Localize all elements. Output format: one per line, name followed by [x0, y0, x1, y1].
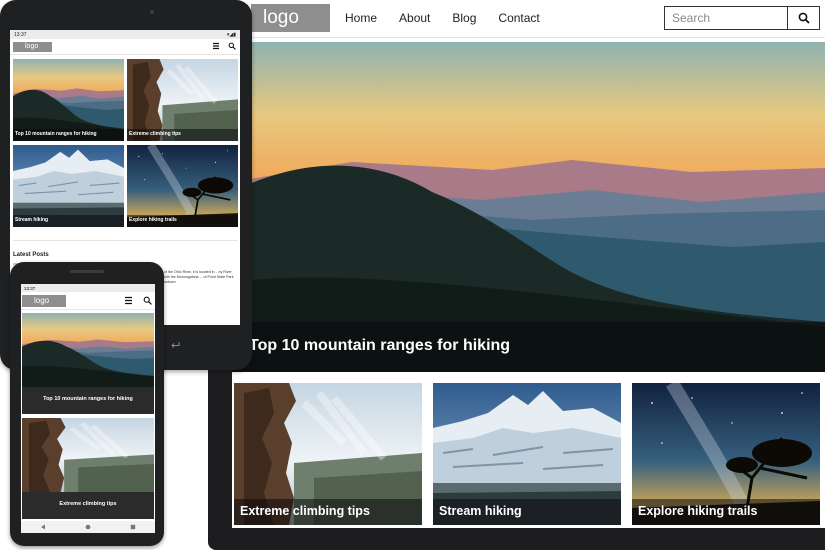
- search-box: [664, 6, 820, 30]
- featured-cards: Extreme climbing tips Stream hiking Expl…: [232, 383, 825, 525]
- divider: [13, 240, 238, 241]
- home-icon[interactable]: [85, 524, 91, 530]
- tablet-status-bar: 13:37 ▾◢▮: [10, 30, 240, 39]
- tile-trails[interactable]: Explore hiking trails: [127, 145, 238, 227]
- card-caption-bar: Extreme climbing tips: [234, 499, 422, 525]
- post-excerpt: ...ary of the Ohio River, it is located …: [155, 270, 234, 284]
- main-menu: Home About Blog Contact: [345, 11, 540, 25]
- desktop-navbar: logo Home About Blog Contact: [232, 0, 825, 38]
- phone-tile-climbing[interactable]: Extreme climbing tips: [22, 418, 154, 519]
- hamburger-menu-icon[interactable]: [212, 42, 220, 50]
- nav-link-blog[interactable]: Blog: [452, 11, 476, 25]
- site-logo[interactable]: logo: [13, 42, 52, 52]
- tile-image: [22, 313, 154, 387]
- search-icon: [798, 12, 810, 24]
- nav-link-home[interactable]: Home: [345, 11, 377, 25]
- card-trails[interactable]: Explore hiking trails: [632, 383, 820, 525]
- card-title: Stream hiking: [439, 504, 522, 518]
- recents-icon[interactable]: [130, 524, 136, 530]
- tile-title: Extreme climbing tips: [129, 131, 181, 137]
- nav-link-contact[interactable]: Contact: [498, 11, 539, 25]
- tile-caption-bar: Top 10 mountain ranges for hiking: [22, 387, 154, 414]
- tile-mountains[interactable]: Top 10 mountain ranges for hiking: [13, 59, 124, 141]
- tile-caption-bar: Extreme climbing tips: [22, 492, 154, 519]
- tablet-camera: [150, 10, 154, 14]
- phone-status-bar: 13:37: [21, 284, 155, 292]
- site-logo[interactable]: logo: [22, 295, 66, 307]
- card-caption-bar: Stream hiking: [433, 499, 621, 525]
- phone-soft-nav: [21, 521, 155, 533]
- tile-title: Top 10 mountain ranges for hiking: [43, 396, 133, 402]
- tile-title: Top 10 mountain ranges for hiking: [15, 131, 97, 137]
- card-caption-bar: Explore hiking trails: [632, 499, 820, 525]
- hamburger-menu-icon[interactable]: [124, 296, 133, 305]
- back-icon[interactable]: [40, 524, 46, 530]
- site-logo[interactable]: logo: [251, 4, 330, 32]
- tile-caption-bar: Extreme climbing tips: [127, 129, 238, 141]
- search-icon[interactable]: [143, 296, 152, 305]
- phone-screen: 13:37 logo Top 10 mountain ranges for hi…: [21, 284, 155, 533]
- search-input[interactable]: [665, 7, 787, 29]
- card-stream[interactable]: Stream hiking: [433, 383, 621, 525]
- search-button[interactable]: [787, 7, 819, 29]
- tile-title: Extreme climbing tips: [59, 501, 117, 507]
- tile-caption-bar: Stream hiking: [13, 215, 124, 227]
- tile-caption-bar: Explore hiking trails: [127, 215, 238, 227]
- nav-link-about[interactable]: About: [399, 11, 430, 25]
- tile-caption-bar: Top 10 mountain ranges for hiking: [13, 129, 124, 141]
- tile-title: Stream hiking: [15, 217, 49, 223]
- card-title: Explore hiking trails: [638, 504, 758, 518]
- status-time: 13:37: [24, 285, 36, 291]
- hero-caption: Top 10 mountain ranges for hiking: [249, 337, 511, 354]
- hero-banner[interactable]: Top 10 mountain ranges for hiking: [232, 42, 825, 372]
- phone-tile-mountains[interactable]: Top 10 mountain ranges for hiking: [22, 313, 154, 414]
- signal-battery-icon: ▾◢▮: [226, 31, 236, 38]
- tile-stream[interactable]: Stream hiking: [13, 145, 124, 227]
- back-icon[interactable]: [170, 341, 180, 348]
- hero-caption-bar: Top 10 mountain ranges for hiking: [232, 322, 825, 372]
- status-time: 13:37: [14, 31, 27, 38]
- card-climbing[interactable]: Extreme climbing tips: [234, 383, 422, 525]
- phone-speaker: [70, 270, 104, 273]
- search-icon[interactable]: [228, 42, 236, 50]
- tile-climbing[interactable]: Extreme climbing tips: [127, 59, 238, 141]
- phone-device: 13:37 logo Top 10 mountain ranges for hi…: [10, 262, 164, 546]
- phone-navbar: logo: [21, 292, 155, 310]
- card-title: Extreme climbing tips: [240, 504, 370, 518]
- tile-title: Explore hiking trails: [129, 217, 177, 223]
- desktop-screen: logo Home About Blog Contact Top 10 moun…: [232, 0, 825, 528]
- tablet-navbar: logo: [10, 39, 240, 55]
- latest-posts-heading: Latest Posts: [13, 252, 49, 258]
- device-mockup-scene: logo Home About Blog Contact Top 10 moun…: [0, 0, 825, 550]
- tile-image: [22, 418, 154, 492]
